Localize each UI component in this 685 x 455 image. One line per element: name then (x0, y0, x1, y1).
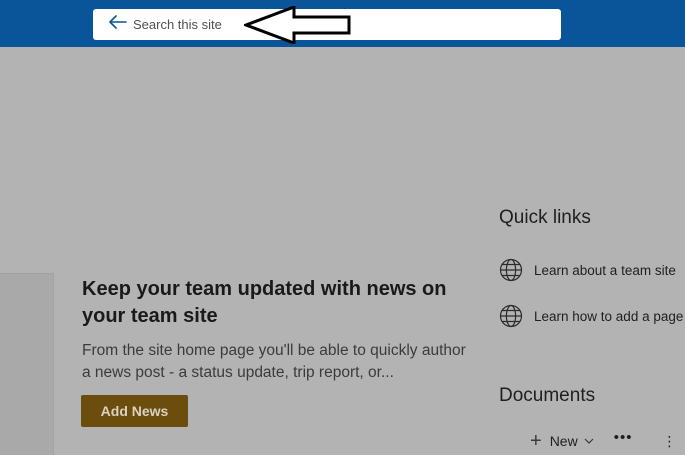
quick-link-team-site[interactable]: Learn about a team site (499, 258, 685, 282)
quick-link-label: Learn how to add a page (534, 308, 684, 324)
suite-header (0, 0, 685, 47)
add-news-button[interactable]: Add News (81, 395, 188, 427)
back-arrow-icon (109, 15, 127, 34)
quick-link-add-page[interactable]: Learn how to add a page (499, 304, 685, 328)
plus-icon: + (530, 430, 542, 452)
more-options-icon[interactable]: ••• (614, 430, 633, 449)
annotation-arrow-icon (244, 6, 351, 44)
news-description: From the site home page you'll be able t… (82, 342, 466, 381)
new-button-label: New (549, 433, 578, 449)
view-options-icon[interactable]: ⋮ (662, 433, 676, 450)
quick-links-title: Quick links (499, 207, 591, 228)
back-button[interactable] (101, 9, 135, 40)
quick-link-label: Learn about a team site (534, 262, 676, 278)
news-heading: Keep your team updated with news on your… (82, 278, 447, 327)
globe-icon (499, 304, 523, 328)
news-image-placeholder (0, 273, 54, 455)
new-button[interactable]: + New (530, 431, 594, 451)
documents-toolbar: + New ••• ⋮ (530, 430, 685, 452)
chevron-down-icon (584, 432, 594, 450)
documents-title: Documents (499, 385, 596, 406)
globe-icon (499, 258, 523, 282)
